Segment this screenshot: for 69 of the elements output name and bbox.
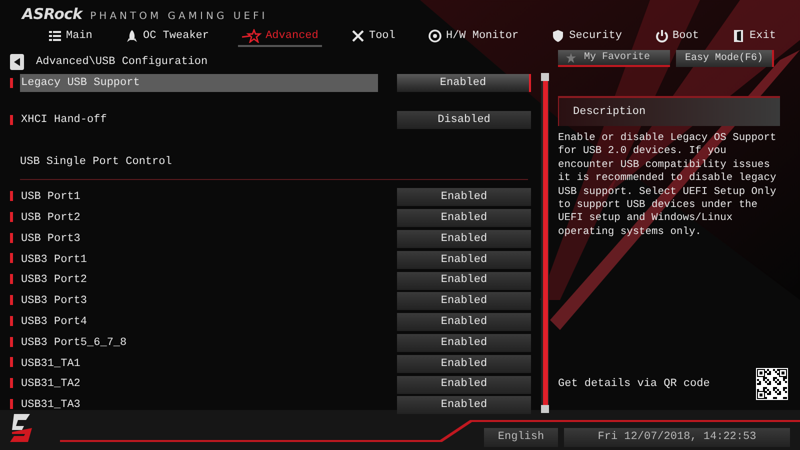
- setting-value[interactable]: Enabled: [397, 354, 531, 373]
- setting-value[interactable]: Enabled: [397, 74, 531, 92]
- product-title: PHANTOM GAMING UEFI: [90, 12, 268, 22]
- menu-tab[interactable]: Advanced: [238, 27, 322, 47]
- back-arrow-icon: [14, 58, 20, 66]
- setting-marker: [10, 232, 13, 243]
- setting-marker: [10, 398, 13, 409]
- breadcrumb: Advanced\USB Configuration: [36, 54, 208, 70]
- qr-hint: Get details via QR code: [558, 376, 710, 392]
- date-time: Fri 12/07/2018, 14:22:53: [564, 428, 790, 446]
- setting-marker: [10, 78, 13, 88]
- setting-marker: [10, 115, 13, 125]
- setting-value[interactable]: Enabled: [397, 313, 531, 332]
- setting-marker: [10, 212, 13, 222]
- setting-value[interactable]: Enabled: [397, 230, 531, 248]
- setting-marker: [10, 191, 13, 201]
- section-heading: USB Single Port Control: [20, 154, 528, 180]
- setting-label[interactable]: USB31_TA2: [20, 376, 378, 394]
- setting-label[interactable]: USB Port3: [20, 230, 378, 248]
- power-icon: [654, 29, 669, 43]
- setting-marker: [10, 294, 13, 305]
- menu-tab[interactable]: Tool: [346, 27, 400, 47]
- setting-label[interactable]: USB31_TA3: [20, 396, 378, 414]
- setting-marker: [10, 316, 13, 326]
- list-icon: [48, 29, 62, 43]
- star-icon: [242, 29, 262, 43]
- easy-mode-button[interactable]: Easy Mode(F6): [676, 50, 774, 67]
- setting-label[interactable]: USB3 Port4: [20, 313, 378, 332]
- setting-value[interactable]: Enabled: [397, 272, 531, 290]
- setting-value[interactable]: Disabled: [397, 111, 531, 129]
- setting-value[interactable]: Enabled: [397, 376, 531, 394]
- star-icon: [566, 52, 576, 62]
- setting-label[interactable]: USB Port2: [20, 209, 378, 228]
- setting-label[interactable]: USB Port1: [20, 188, 378, 206]
- scrollbar[interactable]: [541, 73, 549, 413]
- back-button[interactable]: [10, 54, 24, 70]
- description-text: Enable or disable Legacy OS Support for USB 2.0 devices. If you encounter USB compatibility issues it is recommended to disable legacy USB support. Select UEFI Setup Only to support USB devices under the UEFI setup and Windows/Linux operating systems only.: [558, 132, 778, 240]
- setting-value[interactable]: Enabled: [397, 292, 531, 310]
- setting-label[interactable]: XHCI Hand-off: [20, 111, 378, 129]
- favorite-button[interactable]: My Favorite: [558, 50, 670, 67]
- setting-label[interactable]: Legacy USB Support: [20, 74, 378, 92]
- qr-code-icon: [756, 368, 788, 400]
- setting-value[interactable]: Enabled: [397, 250, 531, 269]
- setting-value[interactable]: Enabled: [397, 396, 531, 414]
- setting-marker: [10, 253, 13, 264]
- brand-logo: ASRock: [22, 7, 82, 22]
- setting-label[interactable]: USB3 Port5_6_7_8: [20, 334, 378, 352]
- menu-tab[interactable]: H/W Monitor: [424, 27, 523, 47]
- setting-label[interactable]: USB3 Port3: [20, 292, 378, 310]
- setting-marker: [10, 357, 13, 368]
- setting-label[interactable]: USB31_TA1: [20, 354, 378, 373]
- menu-tab[interactable]: OC Tweaker: [120, 27, 213, 47]
- setting-label[interactable]: USB3 Port1: [20, 250, 378, 269]
- description-header: Description: [558, 96, 780, 126]
- setting-value[interactable]: Enabled: [397, 334, 531, 352]
- gauge-icon: [428, 29, 442, 43]
- menu-tab[interactable]: Boot: [650, 27, 703, 47]
- menu-tab[interactable]: Security: [547, 27, 626, 47]
- language-button[interactable]: English: [484, 428, 558, 446]
- menu-tab[interactable]: Exit: [728, 27, 780, 47]
- setting-value[interactable]: Enabled: [397, 209, 531, 228]
- setting-value[interactable]: Enabled: [397, 188, 531, 206]
- setting-marker: [10, 378, 13, 388]
- setting-marker: [10, 336, 13, 347]
- rocket-icon: [124, 29, 139, 43]
- shield-icon: [551, 29, 566, 43]
- setting-label[interactable]: USB3 Port2: [20, 272, 378, 290]
- setting-marker: [10, 274, 13, 284]
- menu-tab[interactable]: Main: [44, 27, 96, 47]
